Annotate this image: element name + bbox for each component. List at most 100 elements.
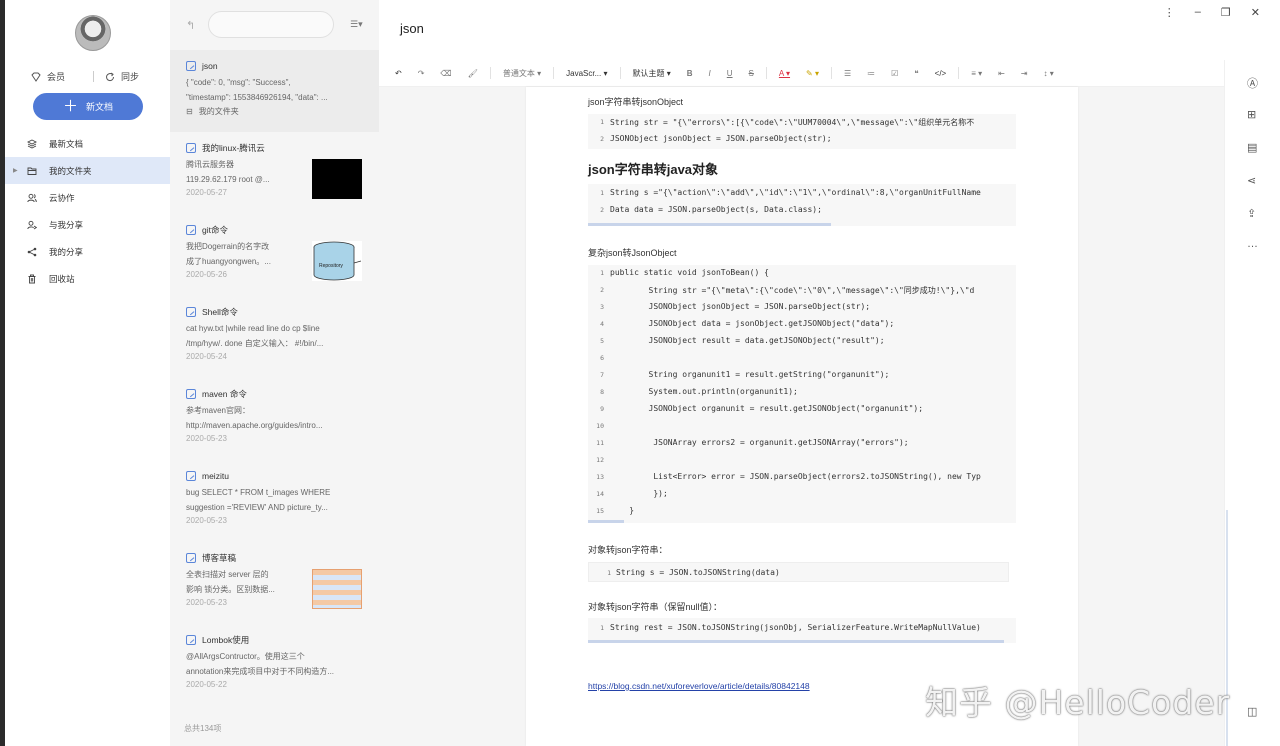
share-icon[interactable]: ⋖	[1247, 174, 1256, 187]
doc-summary-line: 成了huangyongwen。...	[186, 257, 271, 266]
sidebar-item-trash[interactable]: 回收站	[5, 265, 170, 292]
indent-increase-icon[interactable]: ⇥	[1013, 69, 1036, 78]
doc-summary: 我把Dogerrain的名字改 成了huangyongwen。...	[186, 239, 286, 269]
strikethrough-icon[interactable]: S	[741, 69, 762, 78]
code-block-icon[interactable]: </>	[927, 69, 955, 78]
insert-icon[interactable]: ⊞	[1247, 108, 1256, 121]
list-item[interactable]: Lombok使用 @AllArgsContructor。使用这三个 annotat…	[170, 624, 379, 706]
layout-toggle-icon[interactable]: ◫	[1247, 705, 1257, 718]
doc-date: 2020-05-23	[186, 516, 227, 525]
align-icon[interactable]: ≡ ▾	[963, 69, 990, 78]
article-link[interactable]: https://blog.csdn.net/xuforeverlove/arti…	[588, 681, 810, 691]
sidebar-item-my-shares[interactable]: 我的分享	[5, 238, 170, 265]
editor-toolbar: ↶ ↷ ⌫ 🖌 普通文本 ▾ JavaScr... ▾ 默认主题 ▾ B I U…	[379, 60, 1224, 87]
underline-icon[interactable]: U	[719, 69, 741, 78]
document-list-panel: ↰ ☰▾ json { "code": 0, "msg": "Success",…	[170, 0, 379, 746]
horizontal-scrollbar[interactable]	[588, 223, 831, 226]
sync-label: 同步	[121, 72, 140, 82]
doc-summary-line: 我把Dogerrain的名字改	[186, 242, 270, 251]
vip-label: 会员	[47, 72, 66, 82]
sort-list-icon[interactable]: ☰▾	[350, 19, 363, 30]
doc-summary-line: /tmp/hyw/. done 自定义输入： #!/bin/...	[186, 339, 324, 348]
restore-icon[interactable]: ❐	[1221, 6, 1231, 19]
document-title[interactable]: json	[400, 21, 424, 36]
list-item[interactable]: json { "code": 0, "msg": "Success", "time…	[170, 50, 379, 132]
horizontal-scrollbar[interactable]	[588, 520, 624, 523]
folder-icon: ⊟	[186, 107, 193, 116]
format-painter-icon[interactable]: 🖌	[460, 69, 486, 78]
line-height-icon[interactable]: ↕ ▾	[1036, 69, 1062, 78]
list-item[interactable]: maven 命令 参考maven官网： http://maven.apache.o…	[170, 378, 379, 460]
search-input[interactable]	[208, 11, 334, 38]
export-icon[interactable]: ⇪	[1247, 207, 1256, 220]
code-line: String s = JSON.toJSONString(data)	[616, 568, 780, 577]
list-item[interactable]: 我的linux-腾讯云 腾讯云服务器 119.29.62.179 root @..…	[170, 132, 379, 214]
paragraph-style-select[interactable]: 普通文本 ▾	[495, 68, 549, 79]
code-theme-select[interactable]: 默认主题 ▾	[625, 68, 679, 79]
avatar[interactable]	[75, 15, 111, 51]
italic-icon[interactable]: I	[701, 69, 719, 78]
code-block[interactable]: 1 String s = JSON.toJSONString(data)	[588, 562, 1009, 582]
bullet-list-icon[interactable]: ☰	[836, 69, 859, 78]
editor-canvas: json字符串转jsonObject 1 String str = "{\"err…	[379, 87, 1224, 746]
code-block[interactable]: 1 String rest = JSON.toJSONString(jsonObj…	[588, 618, 1016, 643]
minimize-icon[interactable]: –	[1195, 6, 1201, 19]
doc-title-text: maven 命令	[202, 389, 247, 399]
sidebar-item-my-folders[interactable]: ▶ 我的文件夹	[5, 157, 170, 184]
clear-format-icon[interactable]: ⌫	[432, 69, 459, 78]
numbered-list-icon[interactable]: ≔	[859, 69, 883, 78]
quote-icon[interactable]: ❝	[906, 69, 926, 78]
code-block[interactable]: 1 String s ="{\"action\":\"add\",\"id\":\…	[588, 184, 1016, 226]
divider	[765, 67, 767, 79]
line-number: 4	[600, 320, 604, 328]
horizontal-scrollbar[interactable]	[588, 640, 1004, 643]
code-block[interactable]: 1 public static void jsonToBean() { 2 Str…	[588, 265, 1016, 523]
list-item[interactable]: 博客草稿 全表扫描对 server 层的 影响 锁分类。区别数据... 2020-…	[170, 542, 379, 624]
window-controls: ⋮ – ❐ ✕	[1164, 6, 1260, 19]
doc-title: 博客草稿	[186, 552, 363, 564]
caret-right-icon[interactable]: ▶	[13, 167, 18, 174]
sync-button[interactable]: 同步	[105, 70, 139, 83]
doc-summary-line: cat hyw.txt |while read line do cp $line	[186, 324, 320, 333]
doc-date: 2020-05-24	[186, 352, 227, 361]
doc-summary-line: { "code": 0, "msg": "Success",	[186, 78, 291, 87]
doc-summary-line: 影响 锁分类。区别数据...	[186, 585, 275, 594]
doc-title: maven 命令	[186, 388, 363, 400]
document-page[interactable]: json字符串转jsonObject 1 String str = "{\"err…	[526, 87, 1078, 746]
line-number: 1	[607, 569, 611, 577]
doc-summary: cat hyw.txt |while read line do cp $line…	[186, 321, 346, 351]
code-language-select[interactable]: JavaScr... ▾	[558, 69, 615, 78]
line-number: 3	[600, 303, 604, 311]
more-icon[interactable]: …	[1247, 238, 1258, 250]
vip-button[interactable]: 会员	[31, 70, 65, 83]
sidebar-item-label: 与我分享	[49, 219, 84, 230]
more-options-icon[interactable]: ⋮	[1164, 6, 1175, 19]
code-line: String s ="{\"action\":\"add\",\"id\":\"…	[610, 188, 981, 197]
font-panel-icon[interactable]: Ⓐ	[1247, 75, 1258, 91]
font-color-icon[interactable]: A ▾	[771, 69, 798, 78]
outline-icon[interactable]: ▤	[1247, 141, 1257, 154]
highlight-icon[interactable]: ✎ ▾	[798, 69, 827, 78]
code-block[interactable]: 1 String str = "{\"errors\":[{\"code\":\"…	[588, 114, 1016, 149]
list-total-count: 总共134项	[184, 724, 222, 733]
doc-title-text: git命令	[202, 225, 228, 235]
undo-icon[interactable]: ↶	[379, 69, 410, 78]
redo-icon[interactable]: ↷	[410, 69, 433, 78]
back-icon[interactable]: ↰	[186, 19, 195, 32]
list-item[interactable]: meizitu bug SELECT * FROM t_images WHERE…	[170, 460, 379, 542]
sidebar-item-latest[interactable]: 最新文档	[5, 130, 170, 157]
code-line: JSONObject jsonObject = JSON.parseObject…	[610, 302, 871, 311]
close-icon[interactable]: ✕	[1251, 6, 1260, 19]
sidebar-item-shared-with-me[interactable]: 与我分享	[5, 211, 170, 238]
new-document-button[interactable]: ＋ 新文档	[33, 93, 143, 120]
line-number: 1	[600, 118, 604, 126]
sidebar-item-cloud-collab[interactable]: 云协作	[5, 184, 170, 211]
code-line: JSONArray errors2 = organunit.getJSONArr…	[610, 438, 909, 447]
doc-title: Lombok使用	[186, 634, 363, 646]
checklist-icon[interactable]: ☑	[883, 69, 906, 78]
bold-icon[interactable]: B	[679, 69, 701, 78]
trash-icon	[27, 274, 37, 284]
list-item[interactable]: Shell命令 cat hyw.txt |while read line do …	[170, 296, 379, 378]
indent-decrease-icon[interactable]: ⇤	[990, 69, 1013, 78]
list-item[interactable]: git命令 我把Dogerrain的名字改 成了huangyongwen。... …	[170, 214, 379, 296]
